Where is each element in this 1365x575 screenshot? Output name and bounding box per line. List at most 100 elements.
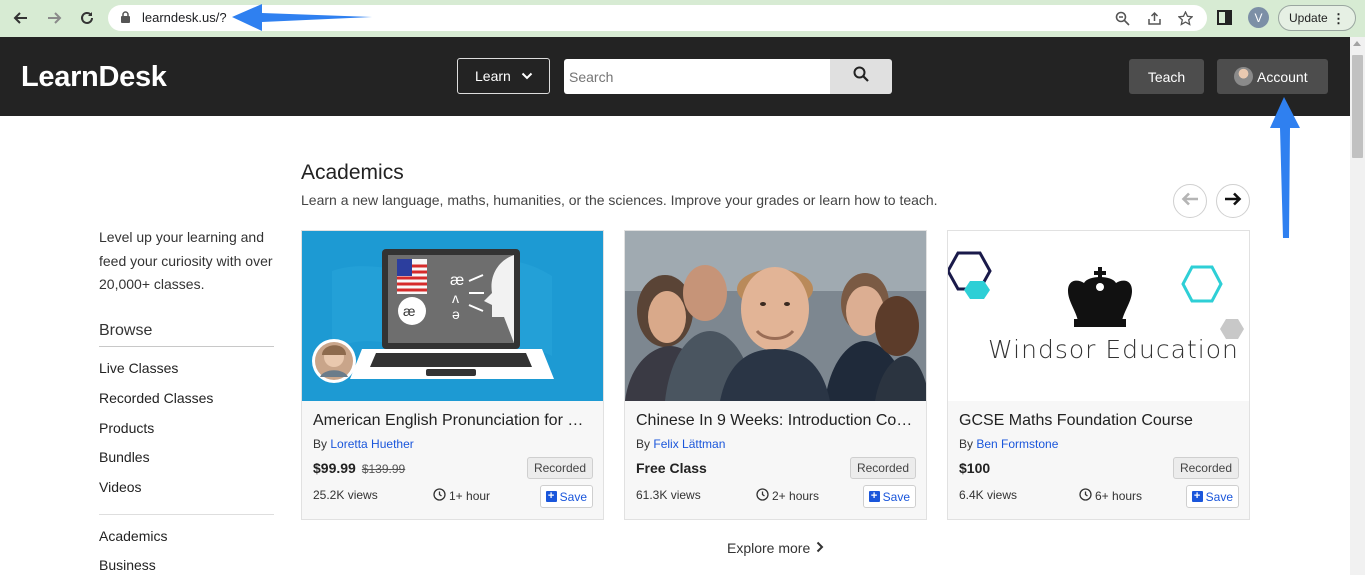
by-label: By (959, 437, 974, 451)
svg-text:æ: æ (450, 272, 464, 289)
account-label: Account (1257, 68, 1308, 85)
price: $100 (959, 460, 991, 476)
address-bar[interactable]: learndesk.us/? (108, 5, 1207, 31)
scroll-thumb[interactable] (1352, 55, 1363, 158)
author-link[interactable]: Ben Formstone (976, 437, 1058, 451)
carousel-prev-button[interactable] (1173, 184, 1207, 218)
course-price: Free Class (636, 460, 707, 476)
status-badge: Recorded (1172, 457, 1239, 479)
sidebar-item-videos[interactable]: Videos (99, 479, 142, 495)
sidebar-item-products[interactable]: Products (99, 420, 154, 436)
save-label: Save (559, 489, 587, 504)
plus-icon: + (545, 491, 557, 502)
save-label: Save (1205, 489, 1233, 504)
course-thumbnail[interactable]: æ æ ʌ ə (302, 231, 603, 401)
zoom-icon[interactable] (1112, 8, 1132, 28)
plus-icon: + (868, 491, 880, 502)
old-price: $139.99 (361, 462, 406, 476)
sidebar-item-academics[interactable]: Academics (99, 528, 167, 544)
save-label: Save (882, 489, 910, 504)
course-thumbnail[interactable] (625, 231, 926, 401)
status-badge: Recorded (849, 457, 916, 479)
svg-text:ʌ: ʌ (452, 290, 459, 306)
browser-toolbar: learndesk.us/? V Update ⋮ (0, 0, 1365, 37)
learn-dropdown-button[interactable]: Learn (457, 58, 550, 94)
back-icon[interactable] (10, 7, 32, 29)
avatar (1234, 67, 1253, 86)
sidebar-tagline: Level up your learning and feed your cur… (99, 229, 273, 292)
clock-icon (756, 488, 769, 504)
search-button[interactable] (830, 59, 892, 94)
page-scrollbar[interactable] (1350, 37, 1365, 575)
course-title[interactable]: GCSE Maths Foundation Course (959, 412, 1239, 430)
arrow-right-icon (1224, 192, 1242, 211)
reload-icon[interactable] (76, 7, 98, 29)
author-link[interactable]: Felix Lättman (653, 437, 725, 451)
forward-icon[interactable] (43, 7, 65, 29)
price: Free Class (636, 460, 707, 476)
course-price: $100 (959, 460, 990, 476)
course-price: $99.99 $139.99 (313, 460, 405, 476)
course-duration: 6+ hours (1079, 488, 1142, 504)
sidebar-item-live-classes[interactable]: Live Classes (99, 360, 178, 376)
teach-button[interactable]: Teach (1129, 59, 1204, 94)
course-card[interactable]: Windsor Education GCSE Maths Foundation … (947, 230, 1250, 520)
save-button[interactable]: + Save (539, 485, 593, 508)
course-duration: 1+ hour (433, 488, 490, 504)
course-author: By Loretta Huether (313, 437, 414, 451)
account-button[interactable]: Account (1217, 59, 1328, 94)
annotation-arrow-account (1270, 97, 1300, 238)
sidebar-item-recorded-classes[interactable]: Recorded Classes (99, 390, 213, 406)
search-icon (853, 66, 869, 87)
search-input[interactable] (564, 59, 831, 94)
share-icon[interactable] (1144, 8, 1164, 28)
lock-icon (120, 11, 131, 29)
star-icon[interactable] (1175, 8, 1195, 28)
duration-text: 1+ hour (449, 489, 491, 503)
course-card[interactable]: æ æ ʌ ə American English Pronunciation f… (301, 230, 604, 520)
learn-label: Learn (475, 68, 511, 84)
section-title: Academics (301, 161, 404, 184)
duration-text: 6+ hours (1095, 489, 1143, 503)
plus-icon: + (1191, 491, 1203, 502)
course-title[interactable]: American English Pronunciation for Begin… (313, 412, 593, 430)
clock-icon (433, 488, 446, 504)
update-label: Update (1289, 11, 1328, 25)
sidebar-item-business[interactable]: Business (99, 557, 156, 573)
svg-text:ə: ə (452, 306, 460, 322)
duration-text: 2+ hours (772, 489, 820, 503)
url-text: learndesk.us/? (142, 10, 227, 25)
sidepanel-icon[interactable] (1217, 10, 1232, 30)
arrow-left-icon (1181, 192, 1199, 211)
svg-text:æ: æ (403, 303, 415, 319)
profile-avatar[interactable]: V (1248, 7, 1269, 28)
course-duration: 2+ hours (756, 488, 819, 504)
by-label: By (636, 437, 651, 451)
windsor-logo-text: Windsor Education (988, 335, 1239, 364)
section-description: Learn a new language, maths, humanities,… (301, 192, 938, 208)
explore-more-link[interactable]: Explore more (727, 540, 824, 556)
menu-dots-icon[interactable]: ⋮ (1332, 11, 1345, 27)
scroll-up-icon[interactable] (1353, 41, 1361, 46)
save-button[interactable]: + Save (1185, 485, 1239, 508)
site-header: LearnDesk Learn Teach Account (0, 37, 1350, 116)
site-logo[interactable]: LearnDesk (21, 61, 167, 94)
course-card[interactable]: Chinese In 9 Weeks: Introduction Course … (624, 230, 927, 520)
status-badge: Recorded (526, 457, 593, 479)
save-button[interactable]: + Save (862, 485, 916, 508)
chevron-right-icon (816, 540, 824, 556)
view-count: 61.3K views (636, 488, 701, 502)
course-author: By Ben Formstone (959, 437, 1058, 451)
price: $99.99 (313, 460, 356, 476)
chevron-down-icon (521, 68, 533, 84)
sidebar-item-bundles[interactable]: Bundles (99, 449, 150, 465)
view-count: 6.4K views (959, 488, 1018, 502)
course-thumbnail[interactable]: Windsor Education (948, 231, 1249, 401)
carousel-next-button[interactable] (1216, 184, 1250, 218)
view-count: 25.2K views (313, 488, 378, 502)
divider (99, 346, 274, 347)
course-title[interactable]: Chinese In 9 Weeks: Introduction Course (636, 412, 916, 430)
author-link[interactable]: Loretta Huether (330, 437, 413, 451)
divider (99, 514, 274, 515)
update-button[interactable]: Update ⋮ (1278, 5, 1356, 31)
